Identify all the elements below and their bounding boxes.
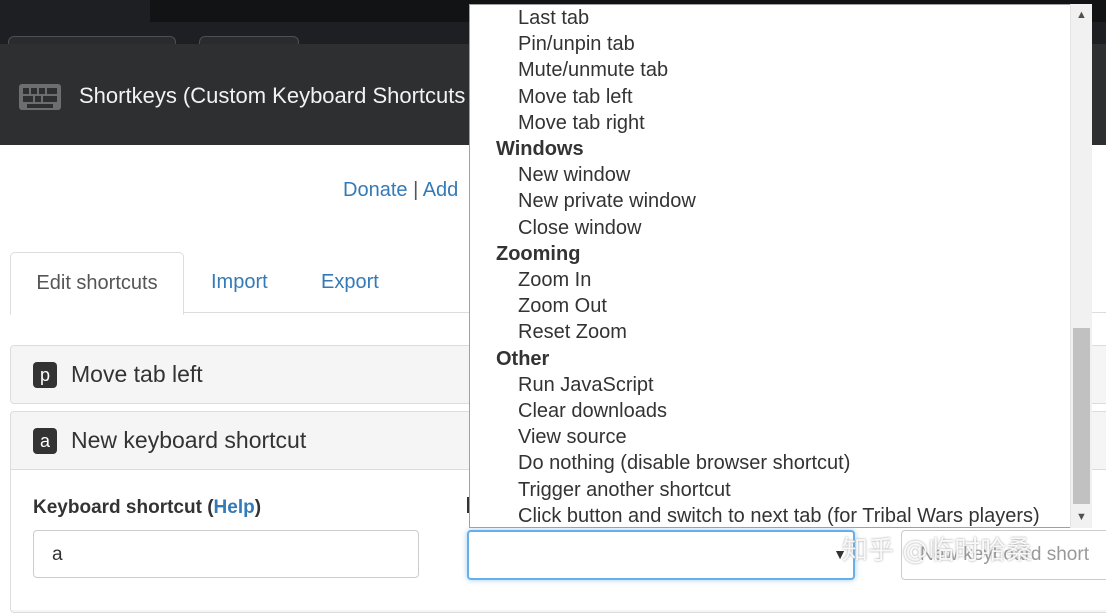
dropdown-option[interactable]: Do nothing (disable browser shortcut) xyxy=(518,452,850,475)
dropdown-option[interactable]: Zoom Out xyxy=(518,295,607,318)
link-separator: | xyxy=(413,179,419,201)
label-text: Keyboard shortcut ( xyxy=(33,497,214,518)
scroll-up-arrow-icon[interactable]: ▲ xyxy=(1071,6,1092,24)
dropdown-option[interactable]: Pin/unpin tab xyxy=(518,33,635,56)
dropdown-option[interactable]: Close window xyxy=(518,217,641,240)
dropdown-option[interactable]: Mute/unmute tab xyxy=(518,59,668,82)
dropdown-optgroup: Other xyxy=(496,347,550,370)
dropdown-option[interactable]: View source xyxy=(518,426,627,449)
keyboard-icon xyxy=(19,84,61,110)
panel-title: New keyboard shortcut xyxy=(71,427,307,453)
dropdown-option[interactable]: Reset Zoom xyxy=(518,321,627,344)
app-title: Shortkeys (Custom Keyboard Shortcuts xyxy=(79,83,466,108)
tab-edit-shortcuts[interactable]: Edit shortcuts xyxy=(10,252,184,315)
dropdown-option[interactable]: Trigger another shortcut xyxy=(518,479,731,502)
dropdown-option[interactable]: Move tab left xyxy=(518,86,633,109)
shortcut-input[interactable]: a xyxy=(33,530,419,578)
label-text-end: ) xyxy=(254,497,262,518)
header-links: Donate | Add xyxy=(343,179,458,202)
tab-import[interactable]: Import xyxy=(211,252,268,312)
scroll-thumb[interactable] xyxy=(1073,328,1090,504)
key-badge: p xyxy=(33,362,57,388)
dropdown-scrollbar[interactable]: ▲ ▼ xyxy=(1070,4,1092,528)
watermark: 知乎 @临时哈桑 xyxy=(842,536,1033,566)
tab-export[interactable]: Export xyxy=(321,252,379,312)
dropdown-optgroup: Windows xyxy=(496,138,584,160)
dropdown-option[interactable]: Last tab xyxy=(518,7,589,30)
donate-link[interactable]: Donate xyxy=(343,179,408,201)
scroll-down-arrow-icon[interactable]: ▼ xyxy=(1071,508,1092,526)
dropdown-option[interactable]: Run JavaScript xyxy=(518,374,654,397)
keyboard-shortcut-label: Keyboard shortcut (Help) xyxy=(33,497,261,519)
dropdown-option[interactable]: New private window xyxy=(518,190,696,213)
key-badge: a xyxy=(33,428,57,454)
panel-title: Move tab left xyxy=(71,361,203,387)
dropdown-option[interactable]: Move tab right xyxy=(518,112,645,135)
dropdown-optgroup: Zooming xyxy=(496,242,581,265)
dropdown-option[interactable]: Click button and switch to next tab (for… xyxy=(518,505,1040,527)
behavior-dropdown-list[interactable]: Last tab Pin/unpin tab Mute/unmute tab Move… xyxy=(469,4,1092,528)
dropdown-option[interactable]: Clear downloads xyxy=(518,400,667,423)
help-link[interactable]: Help xyxy=(214,497,255,518)
dropdown-option[interactable]: New window xyxy=(518,164,630,187)
add-link[interactable]: Add xyxy=(423,179,459,201)
behavior-select[interactable]: ▼ xyxy=(467,530,855,580)
dropdown-option[interactable]: Zoom In xyxy=(518,269,591,292)
